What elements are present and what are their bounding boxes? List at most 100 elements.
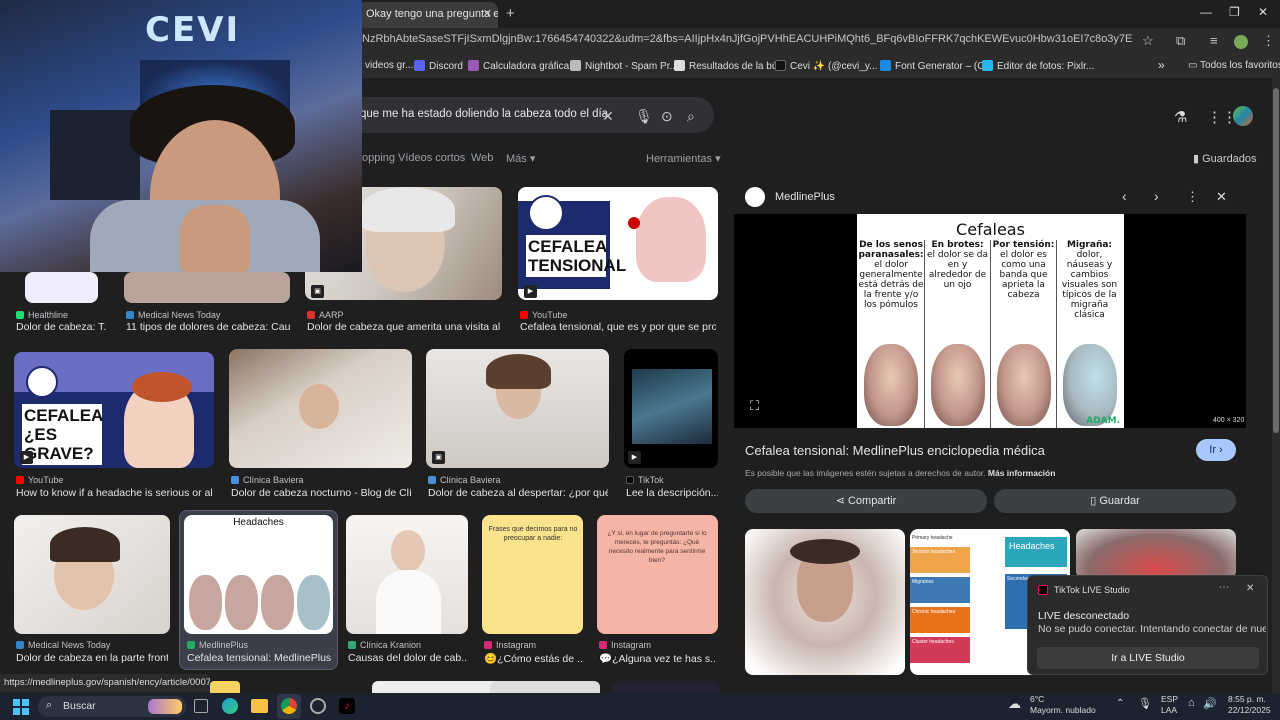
obs-icon[interactable] xyxy=(310,698,326,714)
more-options-icon[interactable]: ⋮ xyxy=(1186,189,1199,205)
microphone-icon[interactable]: 🎙 xyxy=(635,108,653,125)
bookmark-item[interactable]: Editor de fotos: Pixlr... xyxy=(982,60,1094,72)
result-image[interactable] xyxy=(490,681,600,693)
panel-title[interactable]: Cefalea tensional: MedlinePlus enciclope… xyxy=(745,443,1045,458)
lens-icon[interactable]: ⊙ xyxy=(661,108,673,125)
tab-shopping[interactable]: opping xyxy=(362,152,395,164)
url-field[interactable]: NzRbhAbteSaseSTFjISxmDlgjnBw:17664547403… xyxy=(362,33,1132,51)
saved-button[interactable]: ▮ Guardados xyxy=(1193,152,1257,165)
tiktok-live-icon[interactable]: ♪ xyxy=(339,698,355,714)
more-info-link[interactable]: Más información xyxy=(988,468,1056,478)
result-image[interactable] xyxy=(14,515,170,634)
result-image[interactable]: CEFALEA TENSIONAL ▶ xyxy=(518,187,718,300)
tools-button[interactable]: Herramientas ▾ xyxy=(646,152,721,165)
star-icon[interactable]: ☆ xyxy=(1142,33,1154,49)
chevron-right-icon[interactable]: › xyxy=(1154,188,1159,204)
result-title[interactable]: 11 tipos de dolores de cabeza: Cau... xyxy=(126,321,291,333)
weather-icon[interactable]: ☁ xyxy=(1008,696,1021,712)
result-image[interactable]: Headaches xyxy=(184,515,333,634)
open-live-studio-button[interactable]: Ir a LIVE Studio xyxy=(1037,647,1259,669)
related-image[interactable] xyxy=(745,529,905,675)
result-title[interactable]: 💬¿Alguna vez te has s... xyxy=(599,652,717,665)
chevron-up-icon[interactable]: ⌃ xyxy=(1116,698,1124,709)
result-image[interactable] xyxy=(210,681,240,693)
result-title[interactable]: Lee la descripción.... xyxy=(626,487,718,499)
tab-short-videos[interactable]: Vídeos cortos xyxy=(398,152,465,164)
result-title[interactable]: Cefalea tensional, que es y por que se p… xyxy=(520,321,716,333)
profile-avatar[interactable] xyxy=(1234,35,1248,49)
search-input[interactable]: que me ha estado doliendo la cabeza todo… xyxy=(360,108,608,120)
tab-active[interactable]: Okay tengo una pregunta es q✕ xyxy=(358,2,498,28)
related-image[interactable] xyxy=(1076,529,1236,579)
chevron-left-icon[interactable]: ‹ xyxy=(1122,188,1127,204)
media-icon[interactable]: ≡ xyxy=(1210,33,1218,48)
close-tab-icon[interactable]: ✕ xyxy=(483,7,492,20)
result-title[interactable]: Cefalea tensional: MedlinePlus... xyxy=(187,652,332,664)
bookmark-item[interactable]: videos gr... xyxy=(365,60,413,71)
scroll-thumb[interactable] xyxy=(1273,88,1279,433)
result-title[interactable]: How to know if a headache is serious or … xyxy=(16,487,213,499)
result-title[interactable]: Dolor de cabeza que amerita una visita a… xyxy=(307,321,502,333)
chrome-icon[interactable] xyxy=(281,698,297,714)
result-image[interactable]: ▣ xyxy=(426,349,609,468)
result-image[interactable] xyxy=(25,272,98,303)
result-title[interactable]: Dolor de cabeza: T... xyxy=(16,321,106,333)
bookmark-item[interactable]: Cevi ✨ (@cevi_y... xyxy=(775,60,877,72)
search-icon[interactable]: ⌕ xyxy=(687,108,695,125)
account-avatar[interactable] xyxy=(1233,106,1253,126)
windows-start-icon[interactable] xyxy=(13,699,29,715)
result-title[interactable]: Causas del dolor de cab... xyxy=(348,652,468,664)
go-button[interactable]: Ir › xyxy=(1196,439,1236,461)
panel-site-name[interactable]: MedlinePlus xyxy=(775,191,835,203)
result-title[interactable]: 😊¿Cómo estás de ... xyxy=(484,652,584,665)
result-image[interactable]: ¿Y si, en lugar de preguntarte si lo mer… xyxy=(597,515,718,634)
restore-icon[interactable]: ❐ xyxy=(1229,5,1240,19)
all-bookmarks[interactable]: ▭ Todos los favoritos xyxy=(1188,60,1280,71)
lang-primary[interactable]: ESP xyxy=(1161,694,1178,704)
edge-icon[interactable] xyxy=(222,698,238,714)
clear-icon[interactable]: ✕ xyxy=(602,108,614,125)
bookmark-item[interactable]: Font Generator – (C... xyxy=(880,60,993,72)
result-image[interactable]: Frases que decimos para no preocupar a n… xyxy=(482,515,583,634)
network-icon[interactable]: ⌂ xyxy=(1188,697,1195,709)
volume-icon[interactable]: 🔊 xyxy=(1203,697,1217,710)
page-scrollbar[interactable] xyxy=(1272,78,1280,693)
result-image[interactable] xyxy=(229,349,412,468)
preview-image[interactable]: Cefaleas De los senos paranasales: el dol… xyxy=(857,214,1124,428)
search-box[interactable]: que me ha estado doliendo la cabeza todo… xyxy=(330,97,714,133)
file-explorer-icon[interactable] xyxy=(251,699,268,713)
new-tab-icon[interactable]: + xyxy=(506,5,515,22)
tab-more[interactable]: Más ▾ xyxy=(506,152,535,165)
bookmark-item[interactable]: Nightbot - Spam Pr... xyxy=(570,60,678,72)
close-window-icon[interactable]: ✕ xyxy=(1258,5,1268,19)
bookmark-item[interactable]: Calculadora gráfica... xyxy=(468,60,578,72)
close-toast-icon[interactable]: ✕ xyxy=(1246,583,1254,594)
more-options-icon[interactable]: ⋯ xyxy=(1219,582,1229,593)
clock-time[interactable]: 8:55 p. m. xyxy=(1228,694,1266,704)
result-image[interactable]: ▶ xyxy=(624,349,718,468)
tab-web[interactable]: Web xyxy=(471,152,493,164)
chevron-right-icon[interactable]: » xyxy=(1158,58,1165,72)
close-panel-icon[interactable]: ✕ xyxy=(1216,189,1227,205)
bookmark-item[interactable]: Resultados de la bú... xyxy=(674,60,786,72)
menu-icon[interactable]: ⋮ xyxy=(1262,33,1275,49)
lens-search-icon[interactable]: ⛶ xyxy=(750,398,759,414)
lang-secondary[interactable]: LAA xyxy=(1161,705,1177,715)
clock-date[interactable]: 22/12/2025 xyxy=(1228,705,1271,715)
minimize-icon[interactable]: — xyxy=(1200,5,1212,19)
bookmark-item[interactable]: Discord xyxy=(414,60,463,72)
save-button[interactable]: ▯ Guardar xyxy=(994,489,1236,513)
result-title[interactable]: Dolor de cabeza en la parte front... xyxy=(16,652,168,664)
extensions-icon[interactable]: ⧉ xyxy=(1176,33,1185,49)
labs-icon[interactable]: ⚗ xyxy=(1174,108,1187,126)
result-image[interactable] xyxy=(346,515,468,634)
microphone-icon[interactable]: 🎙 xyxy=(1138,697,1152,710)
result-image[interactable] xyxy=(612,681,720,693)
result-image[interactable] xyxy=(124,272,290,303)
taskbar-search[interactable]: ⌕ Buscar xyxy=(38,696,186,717)
task-view-icon[interactable] xyxy=(194,699,208,713)
result-title[interactable]: Dolor de cabeza nocturno - Blog de Clí..… xyxy=(231,487,411,499)
result-image[interactable]: CEFALEA ¿ES GRAVE? ▶ xyxy=(14,352,214,468)
share-button[interactable]: ⋖ Compartir xyxy=(745,489,987,513)
result-title[interactable]: Dolor de cabeza al despertar: ¿por qué..… xyxy=(428,487,608,499)
